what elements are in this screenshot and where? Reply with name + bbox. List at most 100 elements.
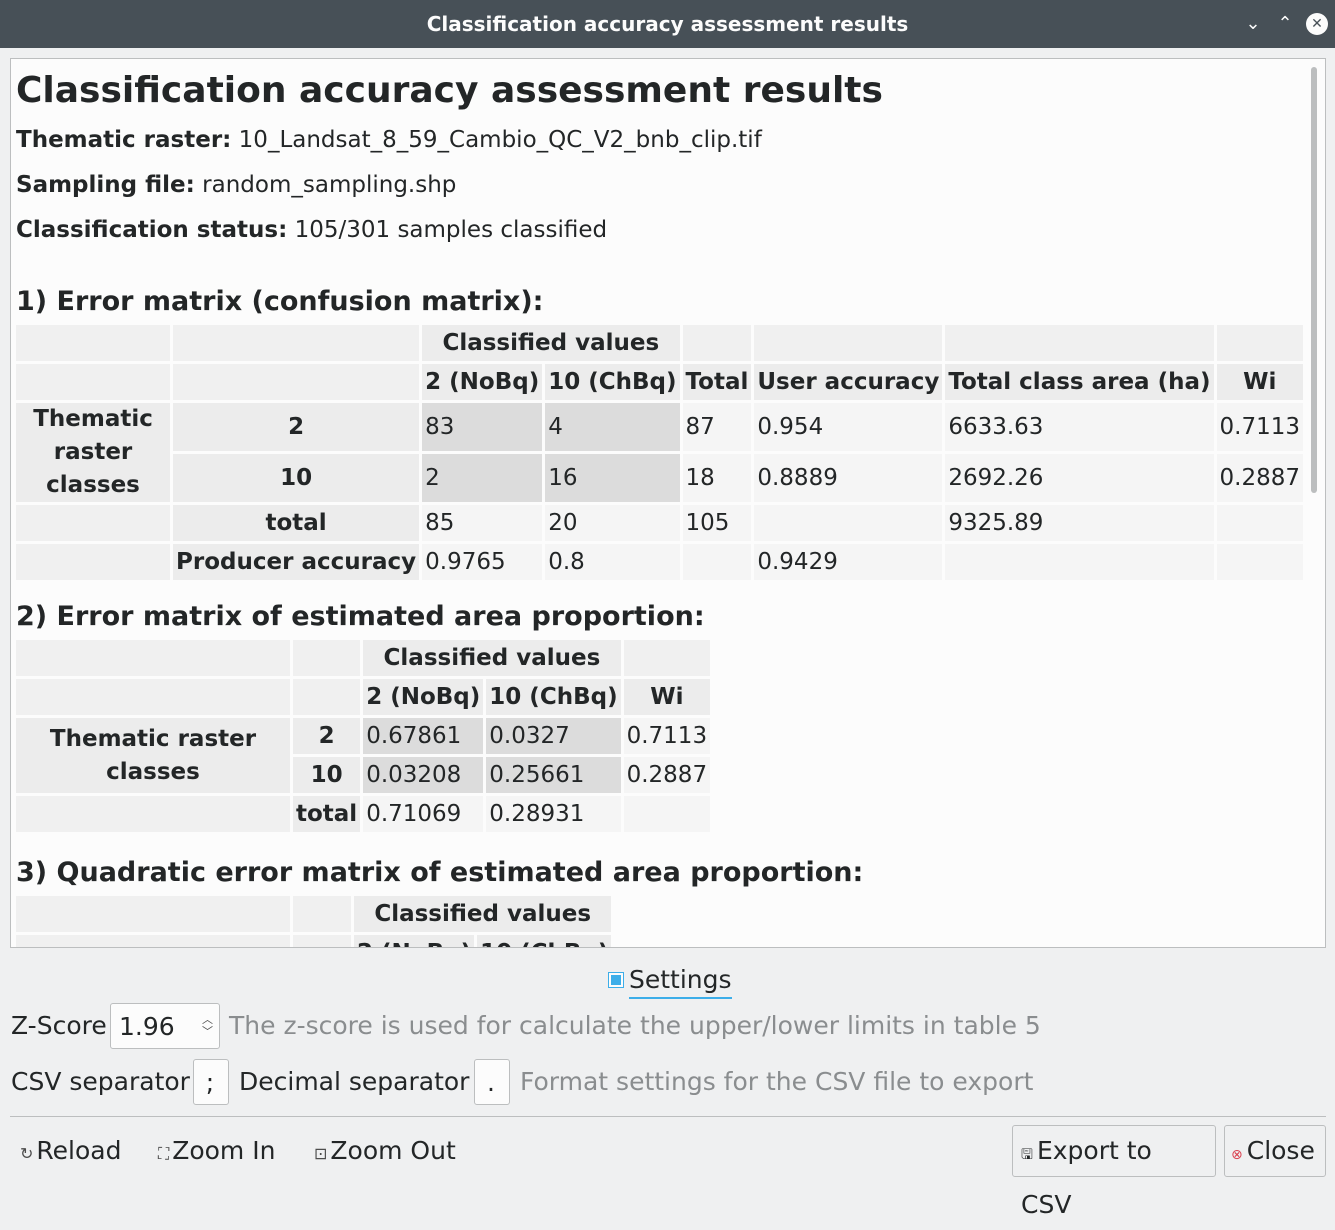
maximize-icon[interactable]: ⌃ [1273,12,1297,36]
row-label: 10 [173,454,420,502]
empty-cell [16,679,290,715]
empty-cell [16,325,171,361]
row-label-total: total [173,505,420,541]
decimal-separator-field[interactable] [474,1059,510,1105]
sampling-file-info: Sampling file: random_sampling.shp [16,167,1306,203]
quadratic-error-table: Classified values 2 (NoBq) 10 (ChBq) [13,893,614,947]
divider [10,1116,1326,1117]
table-row: 2 (NoBq) 10 (ChBq) [16,935,612,947]
empty-cell [1216,325,1303,361]
classified-values-header: Classified values [422,325,680,361]
matrix-cell: 83 [422,403,543,451]
table-row: Thematic raster classes 2 83 4 87 0.954 … [16,403,1303,502]
row-label: 2 [173,403,420,451]
minimize-icon[interactable]: ⌄ [1241,12,1265,36]
table-row: Producer accuracy 0.9765 0.8 0.9429 [16,544,1303,580]
settings-toggle-label[interactable]: Settings [629,963,732,999]
table-row: Classified values [16,640,711,676]
close-window-icon[interactable]: ✕ [1306,13,1328,35]
producer-accuracy-cell [1216,544,1303,580]
empty-cell [16,896,290,932]
col-header-10: 10 (ChBq) [486,679,621,715]
zscore-spinbox[interactable]: ︿﹀ [110,1003,220,1049]
matrix-cell: 0.25661 [486,757,621,793]
thematic-raster-value: 10_Landsat_8_59_Cambio_QC_V2_bnb_clip.ti… [238,127,762,153]
empty-cell [16,935,290,947]
total-cell: 87 [682,403,752,451]
total-cell: 18 [682,454,752,502]
empty-cell [173,364,420,400]
col-header-2: 2 (NoBq) [422,364,543,400]
close-icon: ⊗ [1231,1147,1243,1163]
zoom-out-label: Zoom Out [330,1136,456,1165]
total-cell: 0.71069 [363,796,484,832]
producer-accuracy-cell: 0.9765 [422,544,543,580]
save-icon: 🖫 [1021,1147,1033,1163]
window-titlebar: Classification accuracy assessment resul… [0,0,1335,48]
total-cell: 85 [422,505,543,541]
spin-arrows-icon[interactable]: ︿ ﹀ [202,1014,213,1038]
empty-cell [16,640,290,676]
area-cell: 2692.26 [945,454,1214,502]
row-label: 10 [293,757,361,793]
csv-separator-input[interactable] [194,1062,226,1102]
zoom-in-icon: ⛶ [158,1144,170,1163]
close-label: Close [1246,1136,1315,1165]
empty-cell [16,505,171,541]
thematic-raster-label: Thematic raster: [16,127,232,153]
wi-cell: 0.7113 [1216,403,1303,451]
reload-button[interactable]: ↻ Reload [20,1131,121,1171]
empty-cell [945,325,1214,361]
user-accuracy-cell: 0.954 [754,403,943,451]
zoom-in-button[interactable]: ⛶ Zoom In [158,1131,275,1171]
total-cell: 105 [682,505,752,541]
empty-cell [16,796,290,832]
row-label-producer-accuracy: Producer accuracy [173,544,420,580]
export-csv-label: Export to CSV [1021,1136,1152,1219]
empty-cell [623,640,711,676]
wi-cell: 0.2887 [623,757,711,793]
decimal-separator-input[interactable] [475,1062,507,1102]
area-proportion-table: Classified values 2 (NoBq) 10 (ChBq) Wi … [13,637,713,835]
total-cell [1216,505,1303,541]
area-cell: 6633.63 [945,403,1214,451]
col-header-2: 2 (NoBq) [354,935,475,947]
matrix-cell: 0.0327 [486,718,621,754]
col-header-total: Total [682,364,752,400]
table-row: total 85 20 105 9325.89 [16,505,1303,541]
settings-checkbox[interactable] [608,972,624,988]
report-viewer[interactable]: Classification accuracy assessment resul… [10,58,1326,948]
total-cell: 20 [545,505,680,541]
total-cell [754,505,943,541]
checkbox-fill [611,975,621,985]
empty-cell [293,679,361,715]
vertical-scrollbar[interactable] [1311,67,1317,493]
csv-separator-field[interactable] [193,1059,229,1105]
format-hint: Format settings for the CSV file to expo… [520,1067,1034,1096]
matrix-cell: 0.03208 [363,757,484,793]
empty-cell [16,364,171,400]
csv-separator-label: CSV separator [11,1067,190,1096]
user-accuracy-cell: 0.8889 [754,454,943,502]
export-csv-button[interactable]: 🖫 Export to CSV [1012,1125,1216,1219]
empty-cell [173,325,420,361]
empty-cell [754,325,943,361]
zoom-out-icon: ⊡ [314,1144,328,1163]
section1-title: 1) Error matrix (confusion matrix): [16,286,544,317]
empty-cell [293,935,351,947]
wi-cell: 0.2887 [1216,454,1303,502]
reload-label: Reload [36,1136,122,1165]
empty-cell [682,325,752,361]
close-button[interactable]: ⊗ Close [1224,1125,1326,1177]
row-label-total: total [293,796,361,832]
total-cell [623,796,711,832]
zscore-input[interactable] [119,1006,199,1046]
total-cell: 0.28931 [486,796,621,832]
section3-title: 3) Quadratic error matrix of estimated a… [16,857,864,888]
producer-accuracy-cell [945,544,1214,580]
producer-accuracy-cell [682,544,752,580]
zoom-out-button[interactable]: ⊡ Zoom Out [314,1131,456,1171]
matrix-cell: 16 [545,454,680,502]
zscore-hint: The z-score is used for calculate the up… [229,1011,1041,1040]
section2-title: 2) Error matrix of estimated area propor… [16,601,705,632]
